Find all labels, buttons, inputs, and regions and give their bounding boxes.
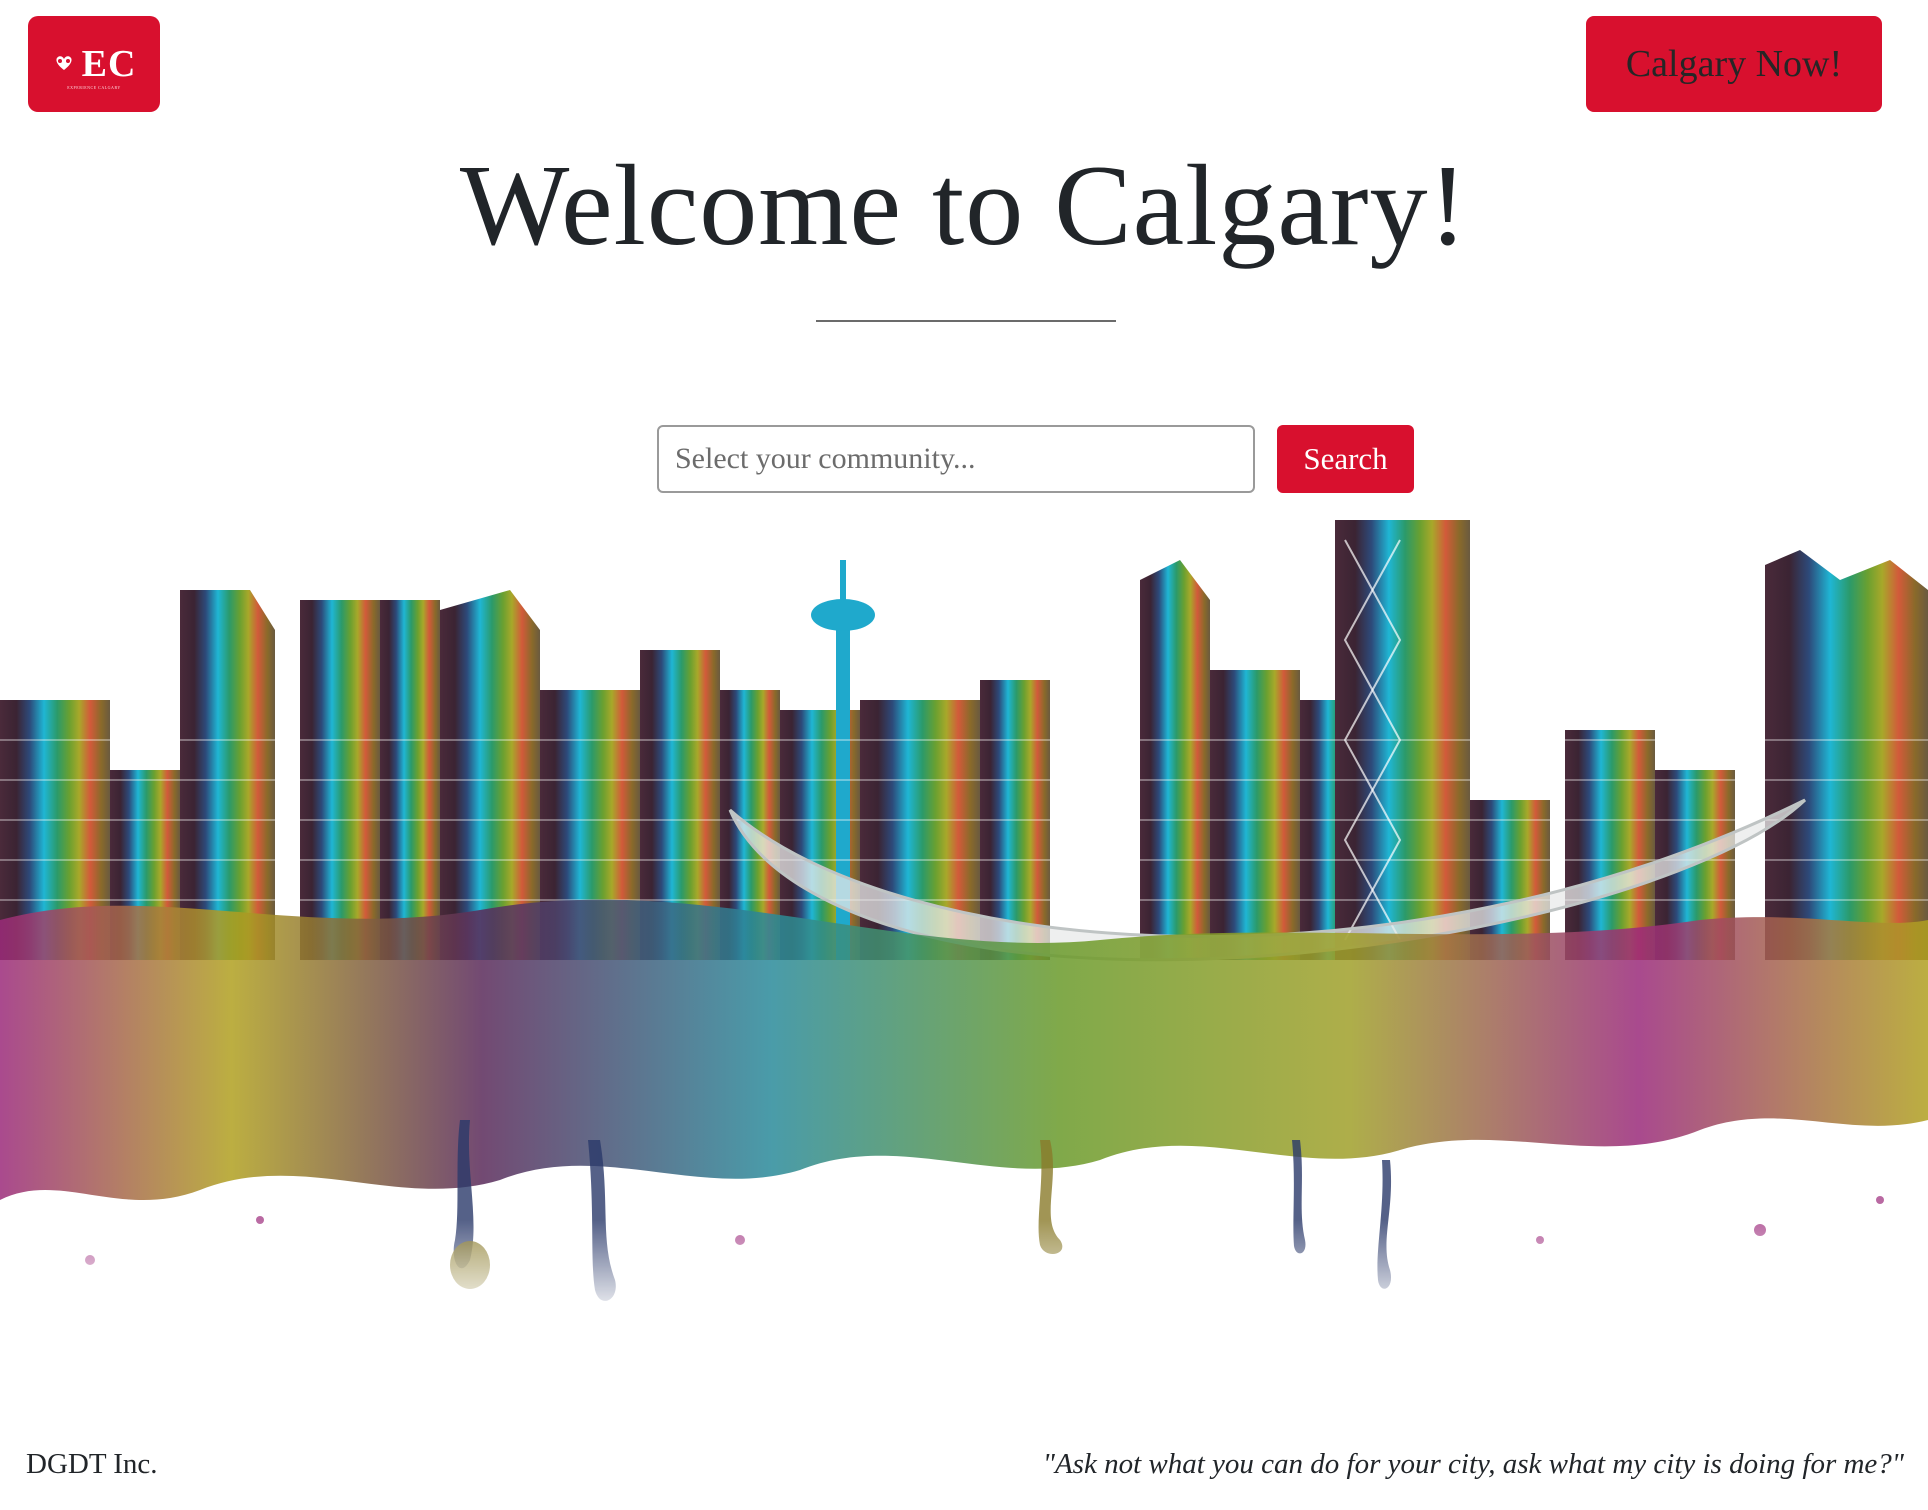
logo-mark: EC <box>52 45 137 83</box>
page-title: Welcome to Calgary! <box>459 142 1469 270</box>
logo-text: EC <box>81 43 137 85</box>
community-search-input[interactable] <box>657 425 1255 493</box>
footer-company: DGDT Inc. <box>26 1448 158 1480</box>
calgary-skyline-illustration <box>0 520 1928 1320</box>
logo-button[interactable]: EC EXPERIENCE CALGARY <box>28 16 160 112</box>
search-button[interactable]: Search <box>1277 425 1414 493</box>
hands-heart-icon <box>52 50 76 79</box>
footer-quote: "Ask not what you can do for your city, … <box>1042 1448 1904 1480</box>
title-divider <box>816 320 1116 322</box>
logo-subtext: EXPERIENCE CALGARY <box>67 85 121 90</box>
calgary-now-button[interactable]: Calgary Now! <box>1586 16 1882 112</box>
